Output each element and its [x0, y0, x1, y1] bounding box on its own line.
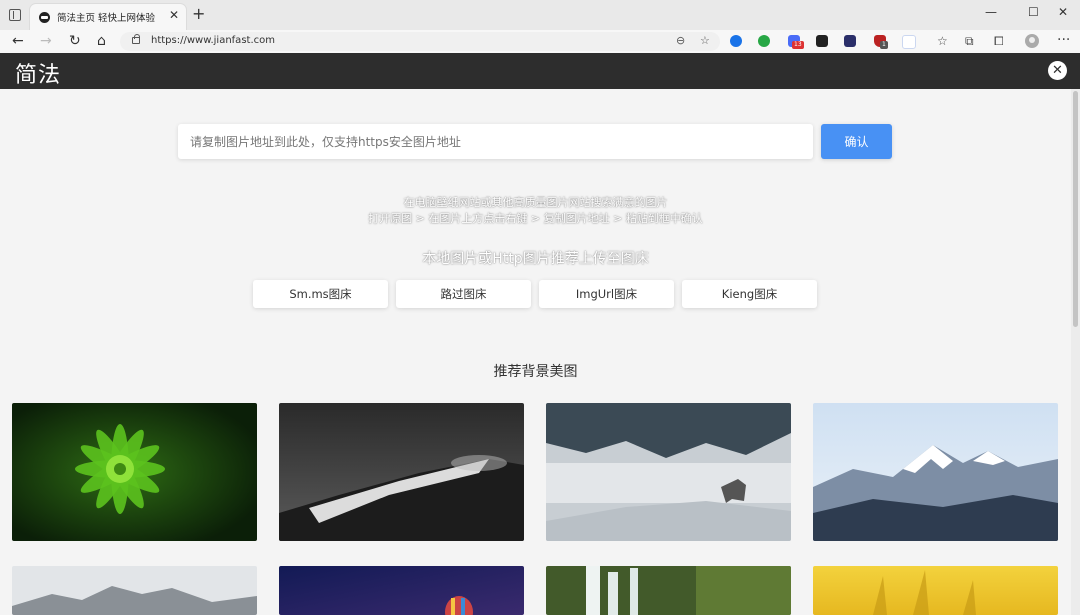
more-menu-button[interactable]: ··· [1057, 32, 1070, 48]
zoom-icon[interactable]: ⊖ [676, 34, 685, 48]
extensions-icon[interactable]: ⧠ [994, 33, 1004, 49]
new-tab-button[interactable]: + [192, 6, 205, 22]
image-host-imgurl-button[interactable]: ImgUrl图床 [539, 280, 674, 308]
lock-icon [132, 34, 140, 44]
favorite-add-icon[interactable]: ☆ [700, 34, 710, 48]
forward-icon[interactable]: → [40, 32, 52, 50]
back-icon[interactable]: ← [12, 32, 24, 50]
upload-title: 本地图片或Http图片推荐上传至图床 [422, 251, 649, 267]
site-header: 简法 ✕ [0, 53, 1080, 89]
browser-tab[interactable]: 简法主页 轻快上网体验 ✕ [30, 4, 186, 30]
extension-badge-gray: 1 [880, 41, 888, 49]
browser-tabstrip: 简法主页 轻快上网体验 ✕ + — ☐ ✕ [0, 0, 1080, 30]
extension-ia-icon[interactable] [844, 35, 856, 47]
wallpaper-rocky-peaks[interactable] [12, 566, 257, 615]
minimize-button[interactable]: — [985, 4, 997, 20]
wallpaper-snow-ridge[interactable] [279, 403, 524, 541]
wallpaper-wheat-field[interactable] [813, 566, 1058, 615]
profile-icon[interactable] [1025, 34, 1039, 48]
extension-translate-icon[interactable] [902, 35, 916, 49]
confirm-button[interactable]: 确认 [821, 124, 892, 159]
image-host-kieng-button[interactable]: Kieng图床 [682, 280, 817, 308]
wallpaper-snow-mountains[interactable] [813, 403, 1058, 541]
maximize-button[interactable]: ☐ [1028, 4, 1039, 20]
wallpaper-night-balloon[interactable] [279, 566, 524, 615]
tab-title: 简法主页 轻快上网体验 [57, 13, 156, 24]
refresh-icon[interactable]: ↻ [69, 32, 81, 50]
close-window-button[interactable]: ✕ [1058, 4, 1068, 20]
page-scrollbar[interactable] [1071, 89, 1080, 615]
home-icon[interactable]: ⌂ [97, 32, 106, 50]
tab-close-button[interactable]: ✕ [169, 8, 179, 22]
image-host-luguo-button[interactable]: 路过图床 [396, 280, 531, 308]
close-circle-icon[interactable]: ✕ [1048, 61, 1067, 80]
extension-badge: 13 [792, 41, 804, 49]
site-favicon-icon [39, 12, 50, 23]
wallpaper-wolf-fog[interactable] [546, 403, 791, 541]
tab-actions-icon[interactable] [9, 9, 21, 21]
wallpaper-waterfall[interactable] [546, 566, 791, 615]
scrollbar-thumb[interactable] [1073, 91, 1078, 327]
hint-line-2: 打开原图 > 在图片上方点击右键 > 复制图片地址 > 粘贴到框中确认 [368, 212, 703, 225]
extension-dark-icon[interactable] [816, 35, 828, 47]
favorites-icon[interactable]: ☆ [937, 33, 948, 49]
image-url-input[interactable] [178, 124, 813, 159]
address-bar[interactable]: https://www.jianfast.com ⊖ ☆ [120, 32, 720, 51]
hint-line-1: 在电脑壁纸网站或其他高质量图片网站搜索满意的图片 [403, 196, 668, 209]
address-url[interactable]: https://www.jianfast.com [151, 35, 275, 46]
browser-toolbar: ← → ↻ ⌂ https://www.jianfast.com ⊖ ☆ 13 … [0, 30, 1080, 54]
collections-icon[interactable]: ⧉ [965, 33, 974, 49]
section-title: 推荐背景美图 [493, 364, 578, 380]
extension-c-icon[interactable] [730, 35, 742, 47]
wallpaper-fern[interactable] [12, 403, 257, 541]
extension-green-icon[interactable] [758, 35, 770, 47]
site-logo[interactable]: 简法 [15, 57, 61, 89]
image-host-smms-button[interactable]: Sm.ms图床 [253, 280, 388, 308]
